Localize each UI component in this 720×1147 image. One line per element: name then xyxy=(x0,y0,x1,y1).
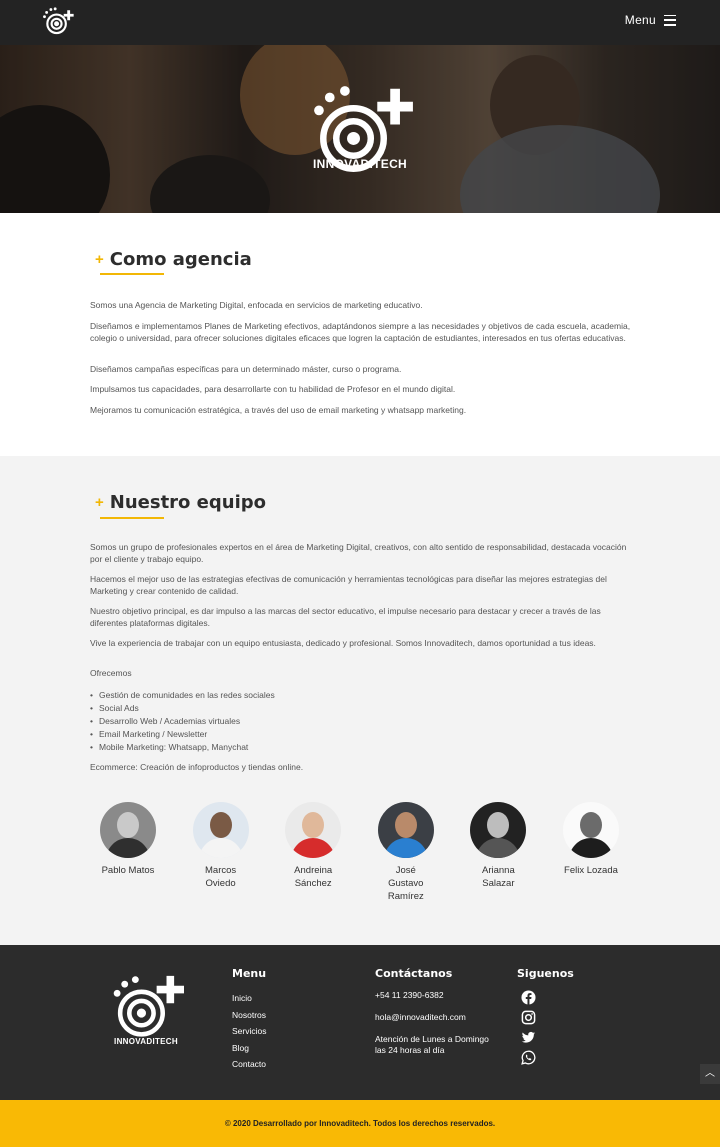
team-member: Arianna Salazar xyxy=(470,802,563,903)
avatar xyxy=(100,802,156,858)
top-navbar: Menu xyxy=(0,0,720,45)
avatar xyxy=(192,802,249,858)
offer-list: Gestión de comunidades en las redes soci… xyxy=(90,689,275,754)
footer-social: Siguenos xyxy=(517,967,574,1065)
about-heading: Como agencia xyxy=(109,249,252,270)
footer: INNOVADITECH Menu Inicio Nosotros Servic… xyxy=(0,945,720,1100)
hero-banner: INNOVADITECH xyxy=(0,45,720,213)
plus-icon: + xyxy=(95,494,104,511)
plus-icon: + xyxy=(95,251,104,268)
avatar xyxy=(285,802,342,858)
team-section: + Nuestro equipo Somos un grupo de profe… xyxy=(0,456,720,945)
member-name: José Gustavo Ramírez xyxy=(387,865,424,902)
brand-logo-icon[interactable] xyxy=(40,6,76,38)
footer-hours: Atención de Lunes a Domingo las 24 horas… xyxy=(375,1034,489,1055)
footer-phone[interactable]: +54 11 2390-6382 xyxy=(375,990,495,1001)
copyright-bar: © 2020 Desarrollado por Innovaditech. To… xyxy=(0,1100,720,1147)
footer-link-inicio[interactable]: Inicio xyxy=(232,990,266,1007)
footer-social-title: Siguenos xyxy=(517,967,574,980)
team-member: Felix Lozada xyxy=(562,802,656,903)
team-paragraph: Vive la experiencia de trabajar con un e… xyxy=(90,638,596,648)
copyright-text: © 2020 Desarrollado por Innovaditech. To… xyxy=(224,1119,496,1128)
hero-brand-name: INNOVADITECH xyxy=(312,157,408,171)
menu-button[interactable]: Menu xyxy=(625,13,676,27)
facebook-icon[interactable] xyxy=(521,990,536,1005)
footer-link-blog[interactable]: Blog xyxy=(232,1040,266,1057)
ecommerce-text: Ecommerce: Creación de infoproductos y t… xyxy=(90,762,304,772)
about-title: + Como agencia xyxy=(95,249,252,270)
team-member: Pablo Matos xyxy=(100,802,193,903)
about-paragraph: Diseñamos campañas específicas para un d… xyxy=(90,364,402,374)
twitter-icon[interactable] xyxy=(521,1030,536,1045)
member-name: Andreina Sánchez xyxy=(294,865,333,889)
footer-link-servicios[interactable]: Servicios xyxy=(232,1023,266,1040)
about-paragraph: Mejoramos tu comunicación estratégica, a… xyxy=(90,405,467,415)
footer-menu: Menu Inicio Nosotros Servicios Blog Cont… xyxy=(232,967,266,1073)
title-underline xyxy=(100,273,164,275)
footer-brand-name: INNOVADITECH xyxy=(114,1037,178,1046)
footer-contact-title: Contáctanos xyxy=(375,967,453,980)
footer-email[interactable]: hola@innovaditech.com xyxy=(375,1012,495,1023)
team-members: Pablo Matos Marcos Oviedo Andreina Sánch… xyxy=(100,802,656,903)
team-member: Andreina Sánchez xyxy=(285,802,378,903)
footer-link-nosotros[interactable]: Nosotros xyxy=(232,1007,266,1024)
footer-menu-title: Menu xyxy=(232,967,267,980)
about-paragraph: Somos una Agencia de Marketing Digital, … xyxy=(90,300,423,310)
chevron-up-icon: ︿ xyxy=(705,1068,715,1079)
team-title: + Nuestro equipo xyxy=(95,492,266,513)
team-paragraph: Somos un grupo de profesionales expertos… xyxy=(90,542,627,564)
footer-link-contacto[interactable]: Contacto xyxy=(232,1056,266,1073)
about-paragraph: Impulsamos tus capacidades, para desarro… xyxy=(90,384,456,394)
hamburger-icon xyxy=(664,14,676,26)
menu-label: Menu xyxy=(624,13,656,27)
team-member: José Gustavo Ramírez xyxy=(377,802,471,903)
about-section: + Como agencia Somos una Agencia de Mark… xyxy=(0,213,720,456)
team-heading: Nuestro equipo xyxy=(109,492,267,513)
offer-title: Ofrecemos xyxy=(90,668,132,678)
avatar xyxy=(470,802,527,858)
member-name: Marcos Oviedo xyxy=(205,865,237,889)
scroll-to-top-button[interactable]: ︿ xyxy=(700,1064,720,1084)
instagram-icon[interactable] xyxy=(521,1010,536,1025)
offer-item: Desarrollo Web / Academias virtuales xyxy=(90,715,275,728)
about-paragraph: Diseñamos e implementamos Planes de Mark… xyxy=(90,321,631,343)
offer-item: Gestión de comunidades en las redes soci… xyxy=(90,689,275,702)
member-name: Arianna Salazar xyxy=(482,865,515,889)
title-underline xyxy=(100,517,164,519)
team-member: Marcos Oviedo xyxy=(192,802,286,903)
footer-logo-icon xyxy=(113,975,184,1037)
footer-contact: Contáctanos +54 11 2390-6382 hola@innova… xyxy=(375,967,495,1061)
team-paragraph: Hacemos el mejor uso de las estrategias … xyxy=(90,574,607,596)
hero-logo-icon xyxy=(314,86,413,172)
member-name: Felix Lozada xyxy=(564,865,618,876)
offer-item: Social Ads xyxy=(90,702,275,715)
avatar xyxy=(377,802,434,858)
member-name: Pablo Matos xyxy=(101,865,155,876)
offer-item: Email Marketing / Newsletter xyxy=(90,728,275,741)
avatar xyxy=(562,802,619,858)
whatsapp-icon[interactable] xyxy=(521,1050,536,1065)
offer-item: Mobile Marketing: Whatsapp, Manychat xyxy=(90,741,275,754)
team-paragraph: Nuestro objetivo principal, es dar impul… xyxy=(90,606,601,628)
